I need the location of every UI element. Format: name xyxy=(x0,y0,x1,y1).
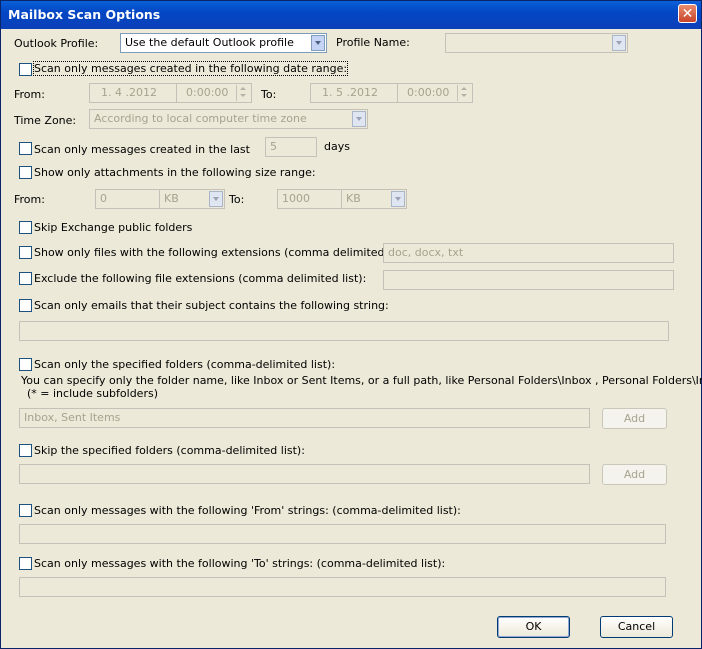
skip-public-folders-label: Skip Exchange public folders xyxy=(34,221,193,234)
dialog-title: Mailbox Scan Options xyxy=(8,7,161,22)
subject-string-input[interactable] xyxy=(19,321,669,341)
include-extensions-value: doc, docx, txt xyxy=(388,246,464,259)
date-range-checkbox[interactable] xyxy=(19,63,32,76)
to-time-value: 0:00:00 xyxy=(407,86,450,99)
size-from-unit-select[interactable]: KB xyxy=(159,189,225,209)
size-from-unit: KB xyxy=(164,192,179,205)
add-skip-folder-button[interactable]: Add xyxy=(602,464,667,485)
add-button-label: Add xyxy=(623,468,646,481)
add-specified-folder-button[interactable]: Add xyxy=(602,408,667,429)
size-to-value: 1000 xyxy=(282,192,310,205)
from-time-value: 0:00:00 xyxy=(186,86,229,99)
outlook-profile-select[interactable]: Use the default Outlook profile xyxy=(120,33,327,53)
size-to-unit-select[interactable]: KB xyxy=(341,189,407,209)
from-strings-label: Scan only messages with the following 'F… xyxy=(34,504,461,517)
outlook-profile-value: Use the default Outlook profile xyxy=(125,36,294,49)
size-to-input[interactable]: 1000 xyxy=(277,189,343,209)
to-time-spinner[interactable]: 0:00:00 xyxy=(397,83,473,103)
chevron-down-icon[interactable] xyxy=(391,191,405,207)
to-strings-label: Scan only messages with the following 'T… xyxy=(34,557,446,570)
profile-name-select[interactable] xyxy=(445,33,628,53)
size-range-label: Show only attachments in the following s… xyxy=(34,166,316,179)
from-date-value: 1. 4 .2012 xyxy=(101,86,157,99)
title-bar[interactable]: Mailbox Scan Options ✕ xyxy=(1,1,701,29)
include-extensions-label: Show only files with the following exten… xyxy=(34,246,413,259)
size-from-value: 0 xyxy=(100,192,107,205)
folders-hint-line1: You can specify only the folder name, li… xyxy=(21,374,702,387)
subject-string-label: Scan only emails that their subject cont… xyxy=(34,299,389,312)
chevron-down-icon[interactable] xyxy=(352,111,366,127)
specified-folders-value: Inbox, Sent Items xyxy=(24,411,121,424)
spinner-arrows-icon[interactable] xyxy=(236,85,250,101)
size-from-input[interactable]: 0 xyxy=(95,189,161,209)
last-days-label: Scan only messages created in the last xyxy=(34,143,250,156)
to-date-value: 1. 5 .2012 xyxy=(322,86,378,99)
specified-folders-label: Scan only the specified folders (comma-d… xyxy=(34,358,336,371)
time-zone-select[interactable]: According to local computer time zone xyxy=(89,109,368,129)
outlook-profile-label: Outlook Profile: xyxy=(14,37,99,50)
chevron-down-icon[interactable] xyxy=(311,35,325,51)
exclude-extensions-label: Exclude the following file extensions (c… xyxy=(34,272,367,285)
ok-button[interactable]: OK xyxy=(497,616,570,638)
date-from-label: From: xyxy=(14,88,45,101)
to-strings-checkbox[interactable] xyxy=(19,557,32,570)
skip-folders-input[interactable] xyxy=(19,464,590,484)
include-extensions-input[interactable]: doc, docx, txt xyxy=(383,243,674,263)
folders-hint-line2: (* = include subfolders) xyxy=(27,387,158,400)
close-icon: ✕ xyxy=(681,6,694,22)
last-days-value: 5 xyxy=(270,140,277,153)
last-days-checkbox[interactable] xyxy=(19,142,32,155)
size-from-label: From: xyxy=(14,193,45,206)
spinner-arrows-icon[interactable] xyxy=(457,85,471,101)
date-to-label: To: xyxy=(261,88,277,101)
days-label: days xyxy=(324,140,350,153)
from-strings-input[interactable] xyxy=(19,524,666,544)
profile-name-label: Profile Name: xyxy=(336,36,410,49)
to-date-picker[interactable]: 1. 5 .2012 xyxy=(310,83,398,103)
include-extensions-checkbox[interactable] xyxy=(19,246,32,259)
to-strings-input[interactable] xyxy=(19,577,666,597)
time-zone-value: According to local computer time zone xyxy=(94,112,307,125)
date-range-label: Scan only messages created in the follow… xyxy=(32,61,349,76)
cancel-button-label: Cancel xyxy=(617,620,656,633)
mailbox-scan-options-dialog: Mailbox Scan Options ✕ Outlook Profile: … xyxy=(0,0,702,649)
from-strings-checkbox[interactable] xyxy=(19,504,32,517)
close-button[interactable]: ✕ xyxy=(678,4,697,23)
last-days-input[interactable]: 5 xyxy=(265,137,317,157)
chevron-down-icon[interactable] xyxy=(209,191,223,207)
exclude-extensions-input[interactable] xyxy=(383,270,674,290)
specified-folders-input[interactable]: Inbox, Sent Items xyxy=(19,408,590,428)
size-range-checkbox[interactable] xyxy=(19,166,32,179)
add-button-label: Add xyxy=(623,412,646,425)
skip-folders-checkbox[interactable] xyxy=(19,444,32,457)
time-zone-label: Time Zone: xyxy=(14,114,77,127)
exclude-extensions-checkbox[interactable] xyxy=(19,272,32,285)
size-to-unit: KB xyxy=(346,192,361,205)
from-date-picker[interactable]: 1. 4 .2012 xyxy=(89,83,177,103)
specified-folders-checkbox[interactable] xyxy=(19,358,32,371)
ok-button-label: OK xyxy=(525,620,542,633)
subject-string-checkbox[interactable] xyxy=(19,299,32,312)
chevron-down-icon[interactable] xyxy=(612,35,626,51)
skip-public-folders-checkbox[interactable] xyxy=(19,221,32,234)
cancel-button[interactable]: Cancel xyxy=(600,616,673,638)
size-to-label: To: xyxy=(229,193,245,206)
skip-folders-label: Skip the specified folders (comma-delimi… xyxy=(34,444,305,457)
from-time-spinner[interactable]: 0:00:00 xyxy=(176,83,252,103)
